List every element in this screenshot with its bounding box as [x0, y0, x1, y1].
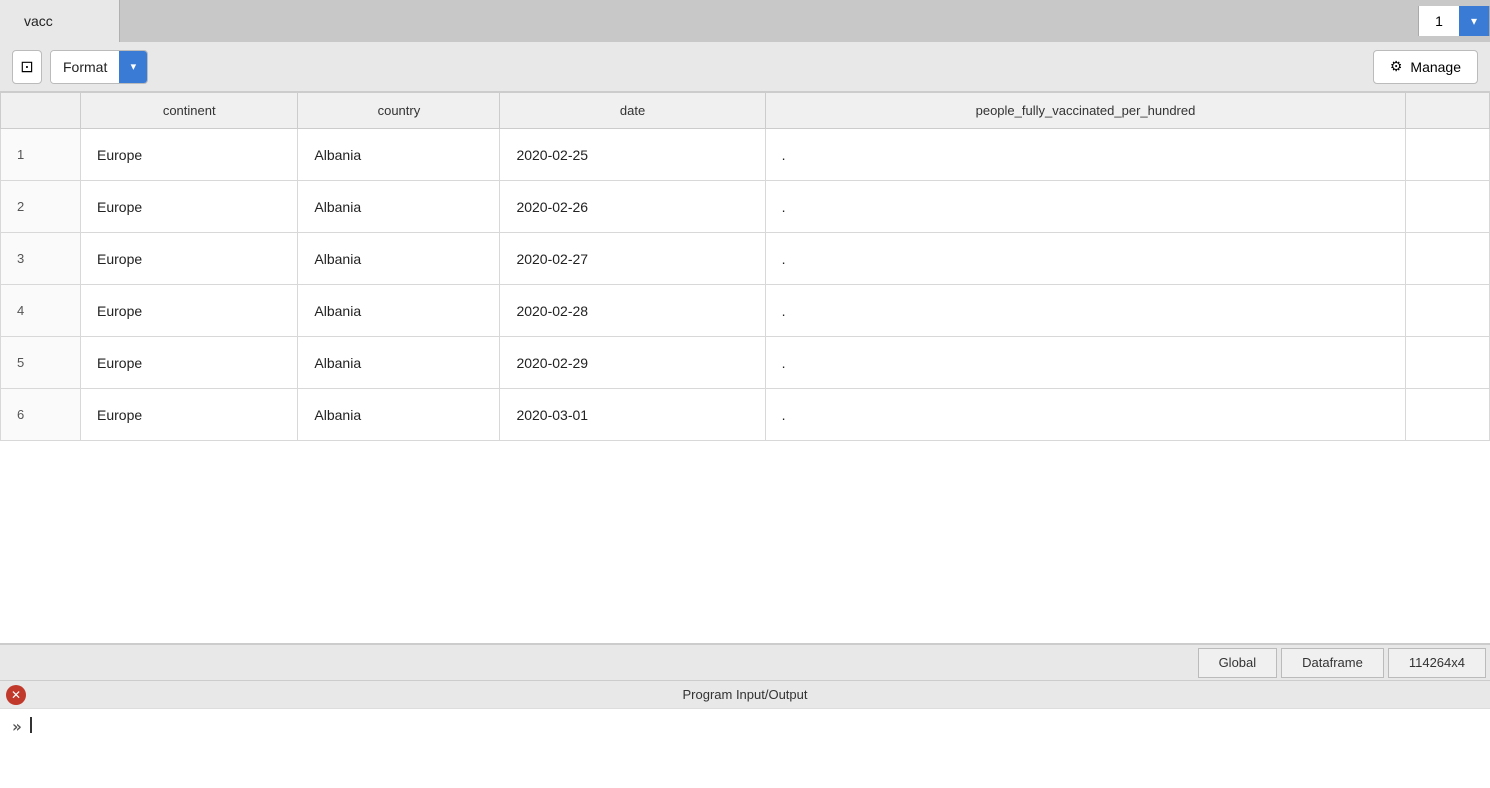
- copy-icon: ⊡: [20, 57, 33, 77]
- table-row: 6 Europe Albania 2020-03-01 .: [1, 389, 1490, 441]
- cell-country: Albania: [298, 129, 500, 181]
- cell-row-num: 2: [1, 181, 81, 233]
- data-table-container[interactable]: continent country date people_fully_vacc…: [0, 92, 1490, 644]
- cell-extra: [1406, 337, 1490, 389]
- console-prompt: »: [12, 717, 22, 736]
- cell-row-num: 6: [1, 389, 81, 441]
- table-body: 1 Europe Albania 2020-02-25 . 2 Europe A…: [1, 129, 1490, 441]
- cell-date: 2020-03-01: [500, 389, 765, 441]
- cell-row-num: 4: [1, 285, 81, 337]
- cell-vaccinated: .: [765, 337, 1406, 389]
- close-icon: ✕: [11, 688, 21, 702]
- cell-continent: Europe: [81, 233, 298, 285]
- format-button[interactable]: Format ▾: [50, 50, 148, 84]
- cell-date: 2020-02-28: [500, 285, 765, 337]
- close-button[interactable]: ✕: [6, 685, 26, 705]
- cell-vaccinated: .: [765, 181, 1406, 233]
- cell-country: Albania: [298, 337, 500, 389]
- cell-country: Albania: [298, 285, 500, 337]
- table-row: 1 Europe Albania 2020-02-25 .: [1, 129, 1490, 181]
- cell-continent: Europe: [81, 389, 298, 441]
- cell-date: 2020-02-26: [500, 181, 765, 233]
- gear-icon: ⚙: [1390, 58, 1403, 75]
- cell-date: 2020-02-27: [500, 233, 765, 285]
- cell-extra: [1406, 129, 1490, 181]
- tab-bar: vacc ▾: [0, 0, 1490, 42]
- tab-number-dropdown[interactable]: ▾: [1459, 6, 1489, 36]
- cell-row-num: 1: [1, 129, 81, 181]
- format-label: Format: [51, 51, 119, 83]
- header-row-num: [1, 93, 81, 129]
- size-label: 114264x4: [1409, 655, 1465, 670]
- cell-vaccinated: .: [765, 389, 1406, 441]
- chevron-down-icon: ▾: [131, 60, 137, 73]
- cell-date: 2020-02-29: [500, 337, 765, 389]
- tab-number-input[interactable]: [1419, 6, 1459, 36]
- cell-row-num: 5: [1, 337, 81, 389]
- format-dropdown-arrow[interactable]: ▾: [119, 51, 147, 83]
- tab-vacc[interactable]: vacc: [0, 0, 120, 42]
- cell-continent: Europe: [81, 337, 298, 389]
- program-io-bar: ✕ Program Input/Output: [0, 680, 1490, 708]
- cell-continent: Europe: [81, 285, 298, 337]
- manage-button[interactable]: ⚙ Manage: [1373, 50, 1478, 84]
- header-extra: [1406, 93, 1490, 129]
- status-bar: Global Dataframe 114264x4: [0, 644, 1490, 680]
- cell-country: Albania: [298, 389, 500, 441]
- console-cursor: [30, 717, 32, 733]
- console-area[interactable]: »: [0, 708, 1490, 788]
- table-header: continent country date people_fully_vacc…: [1, 93, 1490, 129]
- tab-number-area: ▾: [1418, 6, 1490, 36]
- header-country: country: [298, 93, 500, 129]
- global-label: Global: [1219, 655, 1257, 670]
- manage-label: Manage: [1410, 59, 1461, 75]
- table-row: 2 Europe Albania 2020-02-26 .: [1, 181, 1490, 233]
- copy-button[interactable]: ⊡: [12, 50, 42, 84]
- cell-extra: [1406, 389, 1490, 441]
- cell-vaccinated: .: [765, 233, 1406, 285]
- tab-number-box: ▾: [1418, 6, 1490, 36]
- table-row: 5 Europe Albania 2020-02-29 .: [1, 337, 1490, 389]
- cell-country: Albania: [298, 181, 500, 233]
- cell-row-num: 3: [1, 233, 81, 285]
- data-table: continent country date people_fully_vacc…: [0, 92, 1490, 441]
- table-row: 3 Europe Albania 2020-02-27 .: [1, 233, 1490, 285]
- program-io-title: Program Input/Output: [682, 687, 807, 702]
- cell-vaccinated: .: [765, 129, 1406, 181]
- dataframe-button[interactable]: Dataframe: [1281, 648, 1384, 678]
- dataframe-label: Dataframe: [1302, 655, 1363, 670]
- cell-date: 2020-02-25: [500, 129, 765, 181]
- cell-extra: [1406, 181, 1490, 233]
- cell-extra: [1406, 233, 1490, 285]
- global-button[interactable]: Global: [1198, 648, 1278, 678]
- header-row: continent country date people_fully_vacc…: [1, 93, 1490, 129]
- cell-vaccinated: .: [765, 285, 1406, 337]
- tab-label: vacc: [24, 13, 53, 29]
- toolbar: ⊡ Format ▾ ⚙ Manage: [0, 42, 1490, 92]
- cell-continent: Europe: [81, 181, 298, 233]
- cell-continent: Europe: [81, 129, 298, 181]
- chevron-down-icon: ▾: [1471, 14, 1477, 28]
- cell-extra: [1406, 285, 1490, 337]
- size-button[interactable]: 114264x4: [1388, 648, 1486, 678]
- header-vaccinated: people_fully_vaccinated_per_hundred: [765, 93, 1406, 129]
- header-date: date: [500, 93, 765, 129]
- cell-country: Albania: [298, 233, 500, 285]
- header-continent: continent: [81, 93, 298, 129]
- table-row: 4 Europe Albania 2020-02-28 .: [1, 285, 1490, 337]
